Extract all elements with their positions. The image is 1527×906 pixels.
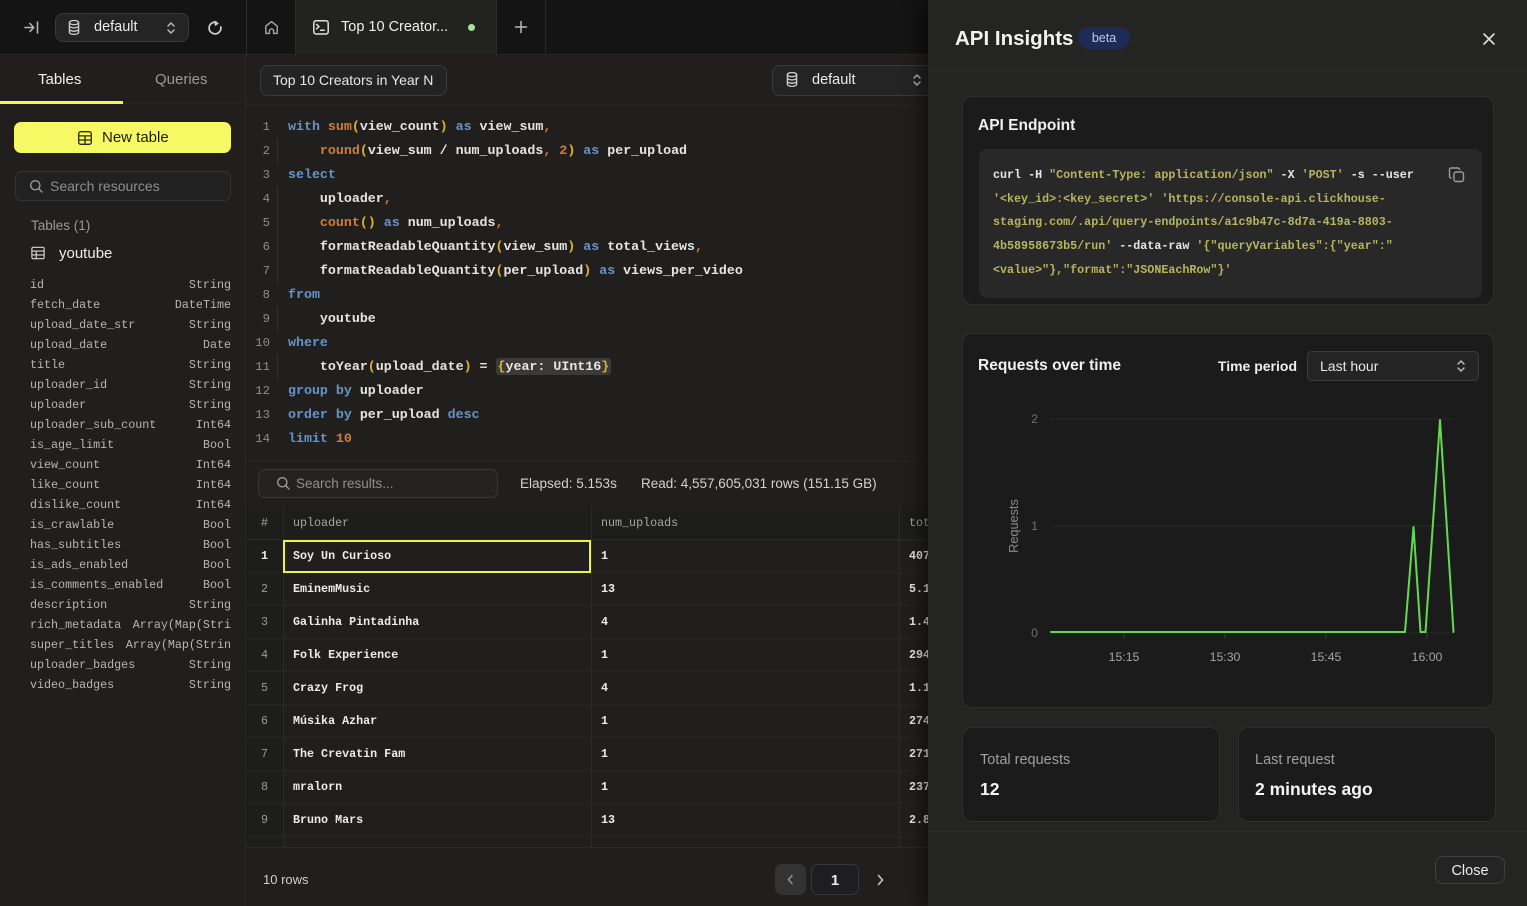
svg-text:0: 0 [1031, 626, 1038, 640]
svg-text:15:30: 15:30 [1210, 650, 1241, 664]
svg-text:15:45: 15:45 [1311, 650, 1342, 664]
svg-text:15:15: 15:15 [1109, 650, 1140, 664]
svg-text:1: 1 [1031, 519, 1038, 533]
svg-text:Requests: Requests [1007, 499, 1021, 553]
svg-text:2: 2 [1031, 412, 1038, 426]
svg-text:16:00: 16:00 [1412, 650, 1443, 664]
